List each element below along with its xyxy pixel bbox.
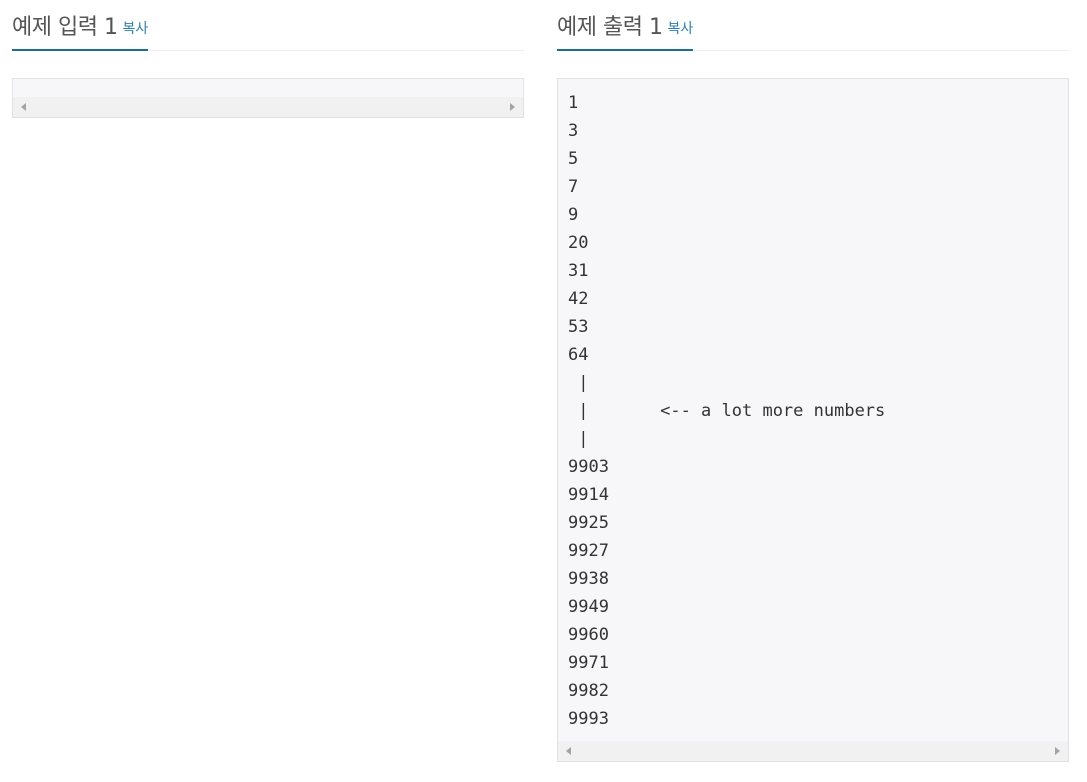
sample-input-section: 예제 입력 1 복사 (12, 0, 524, 118)
sample-input-code-block[interactable] (12, 78, 524, 118)
output-line: 53 (568, 317, 589, 337)
sample-output-lines: 1 3 5 7 9 20 31 42 53 64 | | <-- a lot more numbe… (568, 91, 885, 735)
sample-output-horizontal-scrollbar[interactable] (558, 741, 1068, 761)
scroll-right-icon[interactable] (510, 103, 515, 111)
output-line: 7 (568, 177, 579, 197)
sample-output-code-block[interactable]: 1 3 5 7 9 20 31 42 53 64 | | <-- a lot more numbe… (557, 78, 1069, 762)
scroll-left-icon[interactable] (21, 103, 26, 111)
output-line: 64 (568, 345, 589, 365)
output-line: 31 (568, 261, 589, 281)
output-line: 42 (568, 289, 589, 309)
output-line: 5 (568, 149, 579, 169)
output-line: | (568, 429, 589, 449)
sample-output-headline: 예제 출력 1 복사 (557, 0, 1069, 51)
output-line: 9 (568, 205, 579, 225)
output-line: 9927 (568, 541, 609, 561)
scroll-right-icon[interactable] (1055, 747, 1060, 755)
sample-input-headline: 예제 입력 1 복사 (12, 0, 524, 51)
output-line: | (568, 373, 589, 393)
output-line: 9925 (568, 513, 609, 533)
output-line: 9949 (568, 597, 609, 617)
output-line: | <-- a lot more numbers (568, 401, 886, 421)
sample-output-copy-button[interactable]: 복사 (667, 18, 693, 38)
output-line: 1 (568, 93, 579, 113)
sample-input-copy-button[interactable]: 복사 (122, 18, 148, 38)
sample-output-title: 예제 출력 1 (557, 15, 663, 40)
sample-output-section: 예제 출력 1 복사 1 3 5 7 9 20 31 42 53 64 | | <-- a lot … (557, 0, 1069, 762)
output-line: 9960 (568, 625, 609, 645)
sample-output-headline-underline: 예제 출력 1 복사 (557, 0, 694, 51)
scroll-left-icon[interactable] (566, 747, 571, 755)
output-line: 9903 (568, 457, 609, 477)
output-line: 9971 (568, 653, 609, 673)
output-line: 9982 (568, 681, 609, 701)
sample-input-headline-underline: 예제 입력 1 복사 (12, 0, 149, 51)
output-line: 9993 (568, 709, 609, 729)
output-line: 9938 (568, 569, 609, 589)
output-line: 3 (568, 121, 579, 141)
output-line: 9914 (568, 485, 609, 505)
output-line: 20 (568, 233, 589, 253)
sample-input-title: 예제 입력 1 (12, 15, 118, 40)
sample-input-horizontal-scrollbar[interactable] (13, 97, 523, 117)
